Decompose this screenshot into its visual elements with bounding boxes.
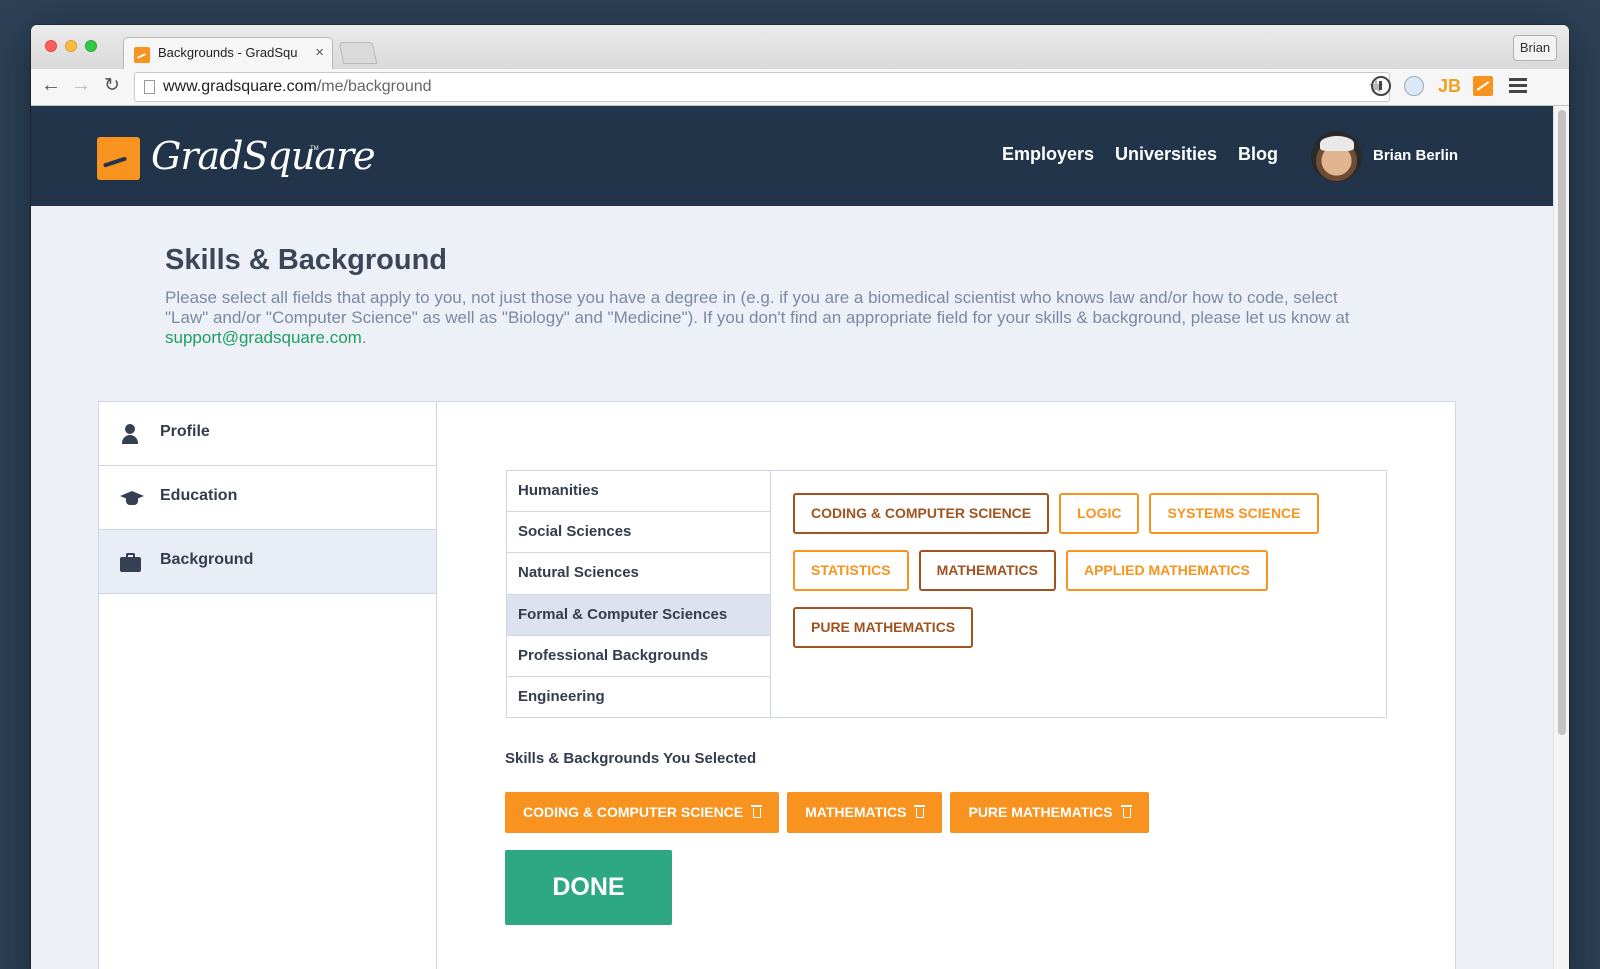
selected-chips: CODING & COMPUTER SCIENCE MATHEMATICS PURE…	[505, 792, 1405, 833]
category-selector: Humanities Social Sciences Natural Scien…	[506, 470, 1387, 718]
browser-menu-icon[interactable]	[1509, 78, 1527, 96]
chip-label: CODING & COMPUTER SCIENCE	[523, 804, 744, 820]
sidebar-item-profile[interactable]: Profile	[99, 402, 436, 466]
selected-chip[interactable]: CODING & COMPUTER SCIENCE	[505, 792, 780, 833]
close-window-button[interactable]	[45, 40, 57, 52]
page-viewport: GradSquare TM Employers Universities Blo…	[31, 106, 1569, 969]
selected-chip[interactable]: MATHEMATICS	[787, 792, 943, 833]
page-scrollbar[interactable]	[1553, 106, 1569, 969]
gradsquare-extension-icon[interactable]	[1473, 76, 1493, 96]
category-item-natural-sciences[interactable]: Natural Sciences	[507, 553, 770, 595]
category-item-social-sciences[interactable]: Social Sciences	[507, 512, 770, 554]
url-host: www.gradsquare.com	[163, 78, 317, 95]
scrollbar-thumb[interactable]	[1558, 110, 1566, 735]
selected-heading: Skills & Backgrounds You Selected	[505, 750, 757, 767]
extension-icon[interactable]	[1404, 76, 1424, 96]
url-path: /me/background	[316, 78, 432, 95]
browser-window: Backgrounds - GradSquare × Brian ← → ↻ w…	[31, 25, 1569, 969]
skill-tag[interactable]: APPLIED MATHEMATICS	[1065, 550, 1268, 591]
skill-tag[interactable]: MATHEMATICS	[918, 550, 1056, 591]
category-list: Humanities Social Sciences Natural Scien…	[507, 471, 771, 717]
user-avatar[interactable]	[1311, 131, 1362, 182]
sidebar-item-background[interactable]: Background	[99, 530, 436, 594]
description-text: Please select all fields that apply to y…	[165, 288, 1350, 327]
category-item-engineering[interactable]: Engineering	[507, 677, 770, 718]
logo-text[interactable]: GradSquare	[151, 134, 376, 178]
chip-label: PURE MATHEMATICS	[968, 804, 1113, 820]
back-arrow-icon[interactable]: ←	[41, 74, 61, 97]
browser-profile-button[interactable]: Brian	[1513, 35, 1557, 61]
logo-trademark: TM	[310, 146, 319, 152]
gradsquare-favicon-icon	[134, 47, 150, 63]
new-tab-button[interactable]	[338, 42, 378, 64]
page-icon	[144, 80, 155, 94]
trash-icon[interactable]	[914, 805, 926, 818]
nav-employers-link[interactable]: Employers	[1002, 144, 1094, 165]
skill-tag-area: CODING & COMPUTER SCIENCE LOGIC SYSTEMS SC…	[793, 493, 1373, 664]
trash-icon[interactable]	[751, 805, 763, 818]
reload-icon[interactable]: ↻	[104, 74, 120, 97]
graduation-cap-icon	[120, 488, 144, 508]
done-button[interactable]: DONE	[505, 850, 672, 925]
user-name[interactable]: Brian Berlin	[1373, 147, 1458, 164]
tab-title: Backgrounds - GradSquare	[158, 45, 298, 60]
sidebar-item-education[interactable]: Education	[99, 466, 436, 530]
skill-tag[interactable]: PURE MATHEMATICS	[793, 607, 974, 648]
sidebar-item-label: Profile	[160, 423, 210, 440]
trash-icon[interactable]	[1120, 805, 1132, 818]
chip-label: MATHEMATICS	[805, 804, 907, 820]
selected-chip[interactable]: PURE MATHEMATICS	[950, 792, 1149, 833]
tab-close-icon[interactable]: ×	[315, 44, 324, 61]
briefcase-icon	[120, 552, 141, 572]
page-description: Please select all fields that apply to y…	[165, 288, 1385, 348]
browser-tab[interactable]: Backgrounds - GradSquare ×	[123, 37, 333, 69]
skill-tag[interactable]: CODING & COMPUTER SCIENCE	[793, 493, 1050, 534]
minimize-window-button[interactable]	[65, 40, 77, 52]
gradsquare-logo-icon[interactable]	[97, 137, 140, 180]
category-item-humanities[interactable]: Humanities	[507, 471, 770, 513]
support-email-link[interactable]: support@gradsquare.com	[165, 328, 362, 347]
nav-blog-link[interactable]: Blog	[1238, 144, 1278, 165]
skill-tag[interactable]: LOGIC	[1059, 493, 1140, 534]
address-bar[interactable]: www.gradsquare.com/me/background ★	[134, 72, 1390, 102]
password-manager-icon[interactable]	[1371, 76, 1391, 96]
sidebar-item-label: Background	[160, 551, 254, 568]
sidebar-item-label: Education	[160, 487, 238, 504]
nav-universities-link[interactable]: Universities	[1115, 144, 1217, 165]
jb-extension-icon[interactable]: JB	[1438, 76, 1461, 96]
category-item-formal-computer-sciences[interactable]: Formal & Computer Sciences	[507, 594, 770, 636]
site-header: GradSquare TM Employers Universities Blo…	[31, 106, 1553, 206]
settings-panel: Profile Education Background Humanities …	[98, 401, 1456, 969]
skill-tag[interactable]: SYSTEMS SCIENCE	[1149, 493, 1319, 534]
category-item-professional-backgrounds[interactable]: Professional Backgrounds	[507, 636, 770, 677]
description-end: .	[361, 328, 367, 347]
settings-sidebar: Profile Education Background	[99, 402, 437, 969]
user-icon	[120, 424, 140, 444]
page-title: Skills & Background	[165, 244, 448, 276]
title-bar: Backgrounds - GradSquare × Brian	[31, 25, 1569, 69]
skill-tag[interactable]: STATISTICS	[793, 550, 909, 591]
zoom-window-button[interactable]	[85, 40, 97, 52]
forward-arrow-icon[interactable]: →	[71, 74, 91, 97]
browser-toolbar: ← → ↻ www.gradsquare.com/me/background ★…	[31, 69, 1569, 106]
